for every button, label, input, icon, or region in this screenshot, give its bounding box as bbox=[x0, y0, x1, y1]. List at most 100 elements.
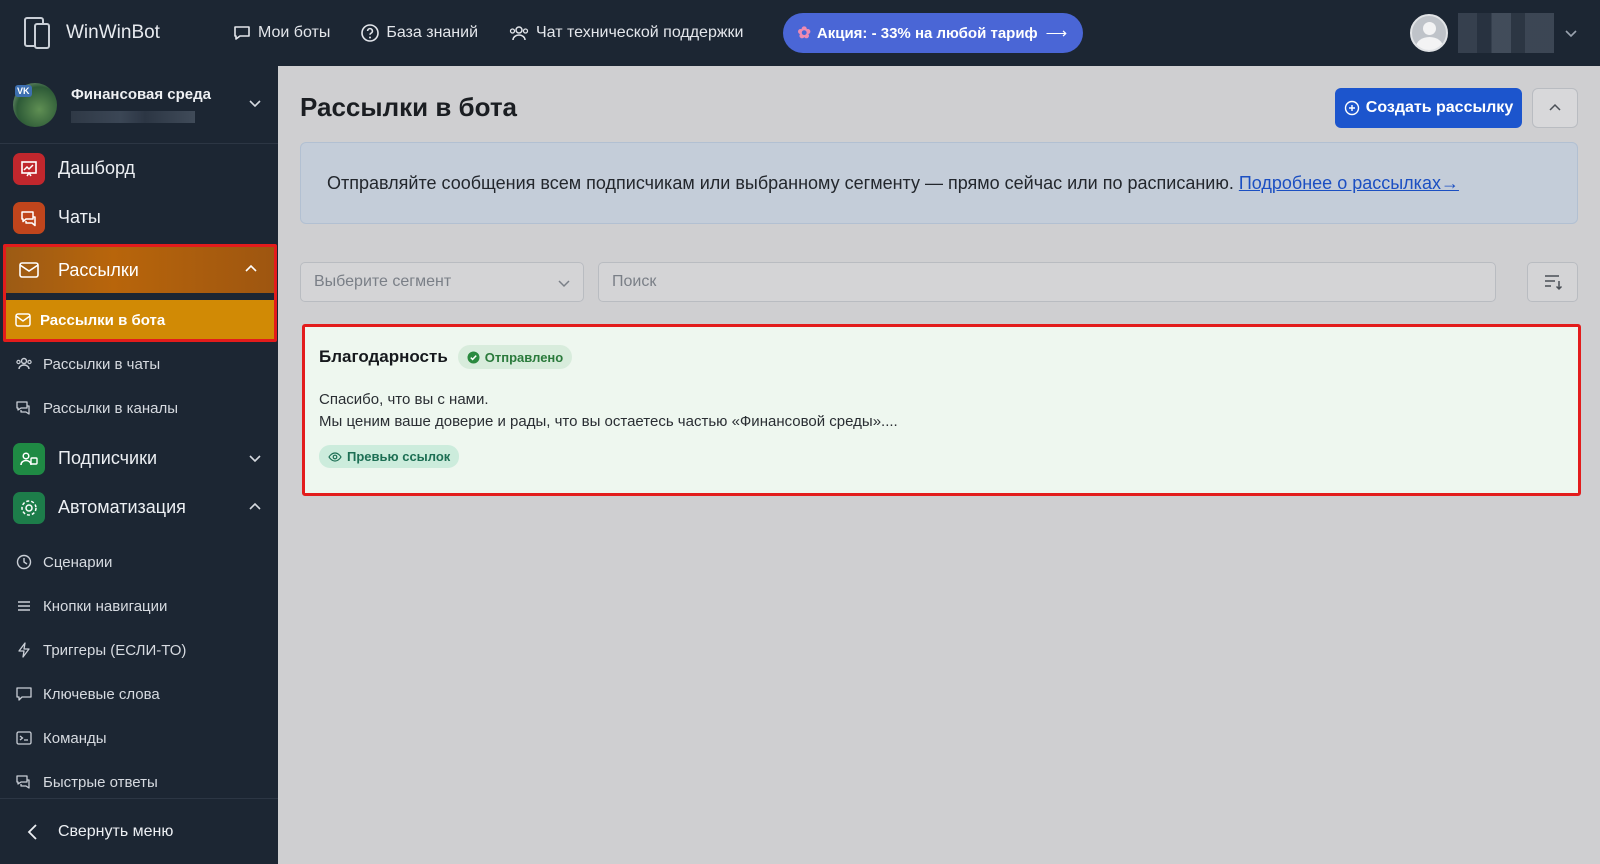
segment-select[interactable]: Выберите сегмент bbox=[300, 262, 584, 302]
sidebar-item-label: Дашборд bbox=[58, 158, 136, 178]
sidebar-item-label: Чаты bbox=[58, 207, 101, 227]
speech-bubble-icon bbox=[16, 687, 32, 701]
sidebar-subitem-mailings-channels[interactable]: Рассылки в каналы bbox=[0, 386, 278, 430]
question-circle-icon bbox=[361, 24, 380, 42]
sidebar-subitem-label: Быстрые ответы bbox=[43, 773, 158, 791]
sidebar-item-label: Автоматизация bbox=[58, 497, 186, 517]
promo-arrow-icon: ⟶ bbox=[1045, 25, 1068, 42]
sidebar-subitem-scenarios[interactable]: Сценарии bbox=[0, 540, 278, 584]
brand-logo[interactable]: WinWinBot bbox=[22, 15, 202, 51]
sidebar-subitem-mailings-bot[interactable]: Рассылки в бота bbox=[6, 300, 274, 340]
chevron-down-icon bbox=[249, 455, 261, 463]
sidebar-item-chats[interactable]: Чаты bbox=[0, 193, 278, 242]
lightning-icon bbox=[18, 642, 30, 658]
nav-knowledge-base[interactable]: База знаний bbox=[360, 13, 478, 53]
link-preview-label: Превью ссылок bbox=[347, 449, 451, 464]
mailing-text-line: Спасибо, что вы с нами. bbox=[319, 391, 489, 408]
sidebar-subitem-label: Триггеры (ЕСЛИ-ТО) bbox=[43, 641, 187, 659]
brand-name: WinWinBot bbox=[66, 22, 160, 43]
info-text: Отправляйте сообщения всем подписчикам и… bbox=[327, 172, 1234, 193]
nav-knowledge-base-label: База знаний bbox=[386, 24, 479, 41]
vk-badge: VK bbox=[15, 84, 32, 97]
chevron-down-icon bbox=[1565, 30, 1577, 38]
bot-selector[interactable]: VK Финансовая среда bbox=[0, 66, 278, 144]
sort-button[interactable] bbox=[1527, 262, 1578, 302]
sidebar-item-automation[interactable]: Автоматизация bbox=[0, 483, 278, 532]
bot-subtitle-redacted bbox=[71, 111, 195, 123]
user-menu[interactable] bbox=[1410, 13, 1578, 53]
top-bar: WinWinBot Мои боты База знаний Чат техни… bbox=[0, 0, 1600, 66]
sidebar-subitem-label: Рассылки в каналы bbox=[43, 399, 179, 417]
mailing-card[interactable]: Благодарность Отправлено Спасибо, что вы… bbox=[302, 324, 1581, 496]
clock-icon bbox=[16, 554, 32, 570]
sidebar-item-subscribers[interactable]: Подписчики bbox=[0, 434, 278, 483]
nav-my-bots-label: Мои боты bbox=[258, 24, 331, 41]
sidebar-subitem-label: Кнопки навигации bbox=[43, 597, 168, 615]
eye-icon bbox=[328, 451, 342, 462]
flower-icon: ✿ bbox=[797, 25, 811, 42]
collapse-menu-label: Свернуть меню bbox=[58, 822, 174, 840]
terminal-icon bbox=[16, 731, 32, 745]
sidebar-subitem-label: Команды bbox=[43, 729, 107, 747]
mailing-title: Благодарность bbox=[319, 347, 448, 366]
chat-bubbles-icon bbox=[16, 775, 30, 789]
chevron-up-icon bbox=[249, 502, 261, 510]
sidebar-subitem-label: Рассылки в бота bbox=[40, 311, 166, 329]
page-title: Рассылки в бота bbox=[300, 92, 518, 122]
learn-more-link[interactable]: Подробнее о рассылках→ bbox=[1239, 173, 1459, 194]
sidebar-subitem-mailings-chats[interactable]: Рассылки в чаты bbox=[0, 342, 278, 386]
main-content: Рассылки в бота Создать рассылку Отправл… bbox=[278, 66, 1600, 864]
envelope-icon bbox=[15, 313, 31, 327]
mailing-text-line: Мы ценим ваше доверие и рады, что вы ост… bbox=[319, 413, 898, 430]
sidebar-subitem-keywords[interactable]: Ключевые слова bbox=[0, 672, 278, 716]
info-banner: Отправляйте сообщения всем подписчикам и… bbox=[300, 142, 1578, 224]
nav-my-bots[interactable]: Мои боты bbox=[232, 13, 330, 53]
chevron-down-icon bbox=[558, 280, 570, 288]
sidebar-subitem-label: Ключевые слова bbox=[43, 685, 160, 703]
bot-name: Финансовая среда bbox=[71, 86, 211, 103]
gear-icon bbox=[13, 491, 45, 524]
sidebar: VK Финансовая среда Дашборд Чаты Рассылк… bbox=[0, 66, 278, 864]
nav-support-chat-label: Чат технической поддержки bbox=[536, 24, 744, 41]
sidebar-item-label: Рассылки bbox=[58, 259, 139, 280]
dashboard-icon bbox=[13, 152, 45, 185]
sidebar-subitem-commands[interactable]: Команды bbox=[0, 716, 278, 760]
nav-support-chat[interactable]: Чат технической поддержки bbox=[508, 13, 743, 53]
create-mailing-button[interactable]: Создать рассылку bbox=[1335, 88, 1522, 128]
segment-placeholder: Выберите сегмент bbox=[314, 273, 452, 290]
users-icon bbox=[509, 26, 529, 41]
bot-avatar: VK bbox=[13, 82, 57, 127]
sidebar-item-dashboard[interactable]: Дашборд bbox=[0, 144, 278, 193]
plus-circle-icon bbox=[1344, 100, 1359, 116]
sidebar-item-label: Подписчики bbox=[58, 448, 158, 468]
chevron-left-icon bbox=[27, 823, 37, 840]
chat-bubbles-icon bbox=[16, 401, 30, 415]
menu-lines-icon bbox=[18, 601, 30, 611]
sidebar-item-mailings[interactable]: Рассылки bbox=[6, 247, 274, 293]
chevron-down-icon bbox=[249, 100, 261, 108]
sidebar-subitem-triggers[interactable]: Триггеры (ЕСЛИ-ТО) bbox=[0, 628, 278, 672]
link-preview-tag: Превью ссылок bbox=[319, 445, 460, 468]
sidebar-subitem-nav-buttons[interactable]: Кнопки навигации bbox=[0, 584, 278, 628]
envelope-icon bbox=[19, 262, 39, 278]
status-label: Отправлено bbox=[484, 349, 564, 365]
chats-icon bbox=[13, 201, 45, 234]
promo-label: Акция: - 33% на любой тариф bbox=[816, 24, 1038, 42]
collapse-menu-button[interactable]: Свернуть меню bbox=[0, 798, 278, 864]
sidebar-subitem-label: Рассылки в чаты bbox=[43, 355, 161, 373]
chevron-up-icon bbox=[1549, 103, 1561, 111]
chevron-up-icon bbox=[245, 264, 257, 272]
user-name-redacted bbox=[1458, 13, 1554, 53]
sort-icon bbox=[1544, 275, 1562, 291]
check-circle-icon bbox=[467, 351, 480, 363]
promo-button[interactable]: ✿ Акция: - 33% на любой тариф ⟶ bbox=[783, 13, 1084, 53]
chat-bubble-icon bbox=[234, 26, 250, 40]
collapse-info-button[interactable] bbox=[1532, 88, 1578, 128]
status-badge: Отправлено bbox=[457, 345, 573, 369]
avatar bbox=[1410, 14, 1448, 52]
search-input[interactable]: Поиск bbox=[598, 262, 1496, 302]
subscribers-icon bbox=[13, 442, 45, 475]
users-icon bbox=[16, 357, 32, 370]
logo-icon bbox=[22, 15, 52, 51]
search-placeholder: Поиск bbox=[612, 273, 657, 290]
